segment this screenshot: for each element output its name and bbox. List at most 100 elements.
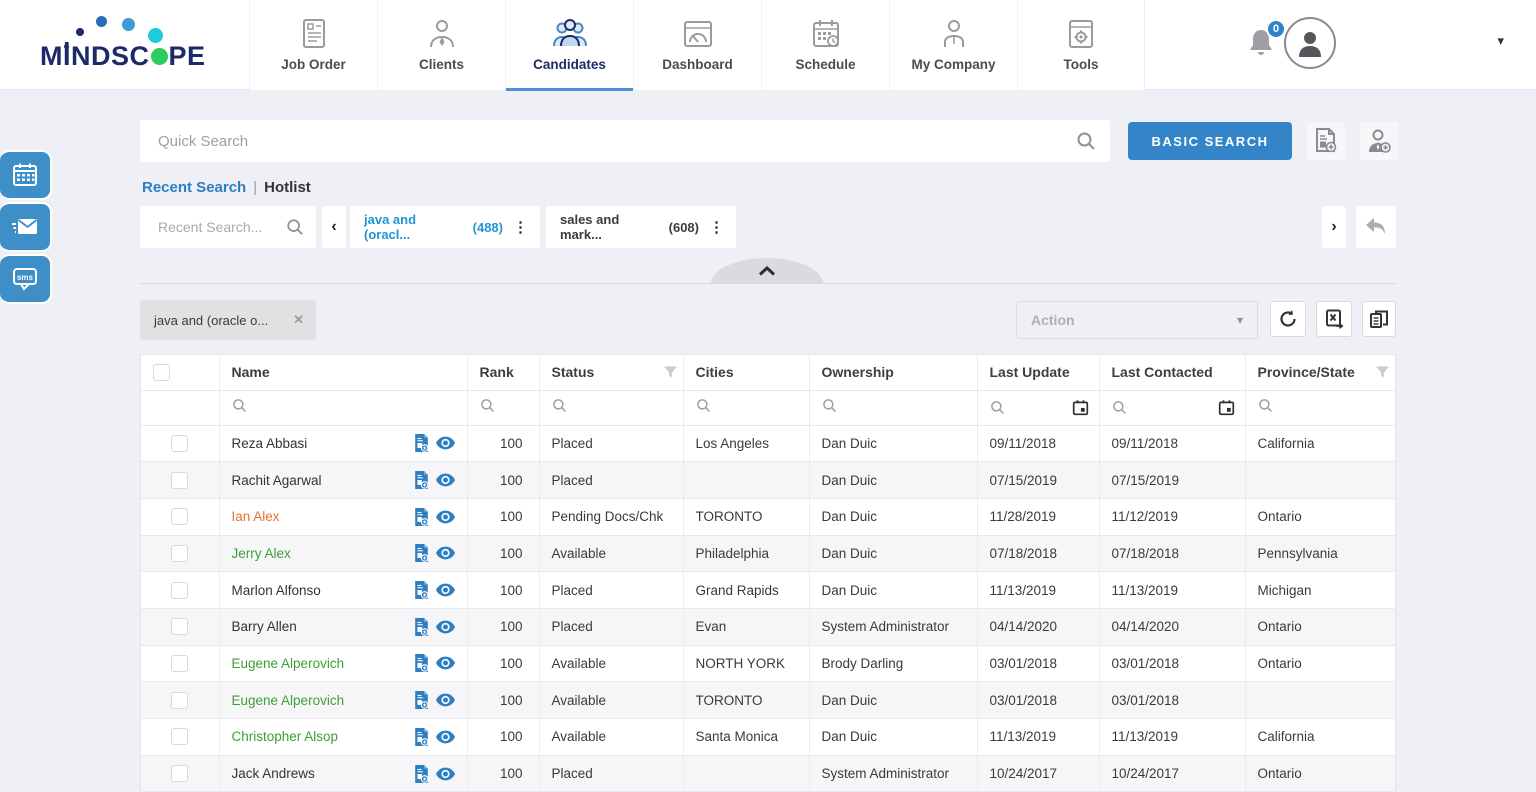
candidate-name-link[interactable]: Rachit Agarwal — [232, 473, 322, 488]
nav-clients[interactable]: Clients — [377, 0, 505, 90]
resume-icon[interactable] — [414, 544, 429, 562]
resume-icon[interactable] — [414, 654, 429, 672]
table-row[interactable]: Eugene Alperovich 100 Available NORTH YO… — [141, 645, 1395, 682]
calendar-picker-icon[interactable] — [1218, 399, 1235, 416]
calendar-picker-icon[interactable] — [1072, 399, 1089, 416]
mass-email-rail-button[interactable] — [0, 202, 52, 252]
select-all-checkbox[interactable] — [153, 364, 170, 381]
row-checkbox[interactable] — [171, 692, 188, 709]
preview-eye-icon[interactable] — [436, 473, 455, 487]
user-avatar[interactable] — [1284, 17, 1336, 69]
candidate-name-link[interactable]: Marlon Alfonso — [232, 583, 321, 598]
candidate-name-link[interactable]: Jack Andrews — [232, 766, 315, 781]
table-row[interactable]: Reza Abbasi 100 Placed Los Angeles Dan D… — [141, 425, 1395, 462]
resume-icon[interactable] — [414, 434, 429, 452]
add-candidate-button[interactable] — [1360, 122, 1398, 160]
nav-my-company[interactable]: My Company — [889, 0, 1017, 90]
notifications-button[interactable]: 0 — [1248, 28, 1274, 63]
row-checkbox[interactable] — [171, 655, 188, 672]
action-dropdown[interactable]: Action ▾ — [1016, 301, 1258, 339]
filter-last-contacted[interactable] — [1099, 390, 1245, 425]
table-row[interactable]: Barry Allen 100 Placed Evan System Admin… — [141, 608, 1395, 645]
row-checkbox[interactable] — [171, 765, 188, 782]
copy-list-button[interactable] — [1362, 301, 1396, 337]
filter-funnel-icon[interactable] — [664, 366, 677, 379]
col-header-last-contacted[interactable]: Last Contacted — [1099, 355, 1245, 390]
table-row[interactable]: Jack Andrews 100 Placed System Administr… — [141, 755, 1395, 792]
nav-job-order[interactable]: Job Order — [249, 0, 377, 90]
table-row[interactable]: Marlon Alfonso 100 Placed Grand Rapids D… — [141, 572, 1395, 609]
row-checkbox[interactable] — [171, 508, 188, 525]
recent-search-tab-1[interactable]: java and (oracl... (488) ⋮ — [350, 206, 540, 248]
filter-province[interactable] — [1245, 390, 1395, 425]
candidate-name-link[interactable]: Christopher Alsop — [232, 729, 339, 744]
candidate-name-link[interactable]: Eugene Alperovich — [232, 693, 345, 708]
resume-icon[interactable] — [414, 691, 429, 709]
nav-candidates[interactable]: Candidates — [505, 0, 633, 90]
chip-close-icon[interactable]: ✕ — [293, 312, 304, 328]
export-excel-button[interactable] — [1316, 301, 1352, 337]
hotlist-link[interactable]: Hotlist — [264, 179, 311, 196]
kebab-menu-icon[interactable]: ⋮ — [707, 218, 726, 236]
kebab-menu-icon[interactable]: ⋮ — [511, 218, 530, 236]
recent-search-tab-2[interactable]: sales and mark... (608) ⋮ — [546, 206, 736, 248]
resume-icon[interactable] — [414, 471, 429, 489]
preview-eye-icon[interactable] — [436, 730, 455, 744]
preview-eye-icon[interactable] — [436, 767, 455, 781]
preview-eye-icon[interactable] — [436, 693, 455, 707]
preview-eye-icon[interactable] — [436, 546, 455, 560]
row-checkbox[interactable] — [171, 728, 188, 745]
collapse-panel-handle[interactable] — [711, 258, 823, 284]
candidate-name-link[interactable]: Barry Allen — [232, 619, 297, 634]
filter-name[interactable] — [219, 390, 467, 425]
undo-button[interactable] — [1356, 206, 1396, 248]
preview-eye-icon[interactable] — [436, 436, 455, 450]
calendar-rail-button[interactable] — [0, 150, 52, 200]
preview-eye-icon[interactable] — [436, 510, 455, 524]
preview-eye-icon[interactable] — [436, 583, 455, 597]
resume-icon[interactable] — [414, 508, 429, 526]
candidate-name-link[interactable]: Ian Alex — [232, 509, 280, 524]
table-row[interactable]: Christopher Alsop 100 Available Santa Mo… — [141, 719, 1395, 756]
filter-cities[interactable] — [683, 390, 809, 425]
mindscope-logo[interactable]: MİNDSCPE — [36, 8, 216, 82]
preview-eye-icon[interactable] — [436, 656, 455, 670]
table-row[interactable]: Ian Alex 100 Pending Docs/Chk TORONTO Da… — [141, 498, 1395, 535]
table-row[interactable]: Jerry Alex 100 Available Philadelphia Da… — [141, 535, 1395, 572]
basic-search-button[interactable]: BASIC SEARCH — [1128, 122, 1292, 160]
sms-rail-button[interactable]: sms — [0, 254, 52, 304]
resume-icon[interactable] — [414, 618, 429, 636]
filter-funnel-icon[interactable] — [1376, 366, 1389, 379]
quick-search-input[interactable] — [140, 120, 1110, 162]
candidate-name-link[interactable]: Reza Abbasi — [232, 436, 308, 451]
refresh-button[interactable] — [1270, 301, 1306, 337]
resume-icon[interactable] — [414, 728, 429, 746]
nav-dashboard[interactable]: Dashboard — [633, 0, 761, 90]
candidate-name-link[interactable]: Jerry Alex — [232, 546, 291, 561]
candidate-name-link[interactable]: Eugene Alperovich — [232, 656, 345, 671]
tabs-scroll-right-button[interactable]: › — [1322, 206, 1346, 248]
col-header-ownership[interactable]: Ownership — [809, 355, 977, 390]
row-checkbox[interactable] — [171, 435, 188, 452]
resume-icon[interactable] — [414, 765, 429, 783]
filter-last-update[interactable] — [977, 390, 1099, 425]
filter-status[interactable] — [539, 390, 683, 425]
nav-schedule[interactable]: Schedule — [761, 0, 889, 90]
filter-rank[interactable] — [467, 390, 539, 425]
add-resume-button[interactable] — [1307, 122, 1345, 160]
table-row[interactable]: Eugene Alperovich 100 Available TORONTO … — [141, 682, 1395, 719]
row-checkbox[interactable] — [171, 582, 188, 599]
col-header-status[interactable]: Status — [539, 355, 683, 390]
preview-eye-icon[interactable] — [436, 620, 455, 634]
col-header-rank[interactable]: Rank — [467, 355, 539, 390]
table-row[interactable]: Rachit Agarwal 100 Placed Dan Duic 07/15… — [141, 462, 1395, 499]
filter-ownership[interactable] — [809, 390, 977, 425]
row-checkbox[interactable] — [171, 618, 188, 635]
row-checkbox[interactable] — [171, 472, 188, 489]
recent-search-link[interactable]: Recent Search — [142, 179, 246, 196]
nav-tools[interactable]: Tools — [1017, 0, 1145, 90]
col-header-name[interactable]: Name — [219, 355, 467, 390]
col-header-province[interactable]: Province/State — [1245, 355, 1395, 390]
col-header-cities[interactable]: Cities — [683, 355, 809, 390]
resume-icon[interactable] — [414, 581, 429, 599]
